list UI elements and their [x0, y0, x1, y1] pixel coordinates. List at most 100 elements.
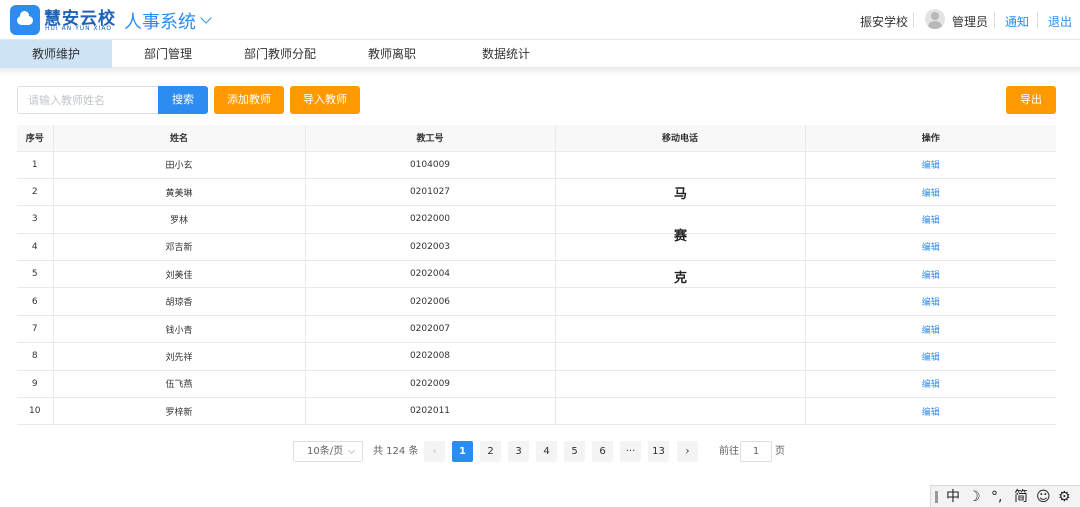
mobile-phone-cell — [555, 315, 806, 344]
teacher-name-cell: 钱小青 — [53, 315, 306, 344]
row-index: 3 — [31, 214, 38, 225]
row-index: 1 — [31, 159, 38, 170]
page-button-5[interactable]: 5 — [564, 441, 585, 462]
app-logo-icon — [10, 5, 40, 35]
column-header-staff-id[interactable]: 教工号 — [305, 125, 556, 152]
edit-link[interactable]: 编辑 — [922, 298, 940, 308]
row-index: 8 — [31, 351, 38, 362]
table-row: 5 刘美佳 0202004 编辑 — [17, 260, 1056, 289]
ime-punctuation-toggle[interactable]: °, — [991, 487, 1002, 507]
ime-script-toggle[interactable]: 简 — [1014, 487, 1028, 507]
page-size-value: 10条/页 — [307, 446, 344, 457]
school-name: 振安学校 — [860, 15, 909, 29]
staff-id: 0202011 — [409, 406, 451, 417]
column-header-action: 操作 — [805, 125, 1056, 152]
edit-link[interactable]: 编辑 — [922, 161, 940, 171]
teacher-name-cell: 胡琼香 — [53, 287, 306, 316]
edit-link[interactable]: 编辑 — [922, 353, 940, 363]
teacher-name: 胡琼香 — [165, 298, 193, 309]
edit-link-cell: 编辑 — [805, 397, 1056, 426]
user-avatar-icon[interactable] — [925, 9, 945, 29]
edit-link-cell: 编辑 — [805, 315, 1056, 344]
page-button-3[interactable]: 3 — [508, 441, 529, 462]
tabs-shadow — [0, 68, 1080, 76]
search-button[interactable]: 搜索 — [158, 86, 208, 114]
edit-link[interactable]: 编辑 — [922, 243, 940, 253]
staff-id-cell: 0202003 — [305, 233, 556, 262]
tab-teacher-maintenance[interactable]: 教师维护 — [0, 40, 112, 68]
table-row: 6 胡琼香 0202006 编辑 — [17, 287, 1056, 316]
edit-link[interactable]: 编辑 — [922, 216, 940, 226]
teacher-name-cell: 罗梓新 — [53, 397, 306, 426]
next-page-button[interactable]: › — [677, 441, 698, 462]
table-header-row: 序号 姓名 教工号 移动电话 操作 — [17, 125, 1056, 152]
system-title[interactable]: 人事系统 — [124, 8, 196, 34]
edit-link-cell: 编辑 — [805, 287, 1056, 316]
moon-icon[interactable]: ☽ — [968, 487, 981, 507]
phone-mosaic-label: 赛 — [674, 229, 688, 244]
teacher-name-cell: 邓吉新 — [53, 233, 306, 262]
phone-mosaic-label: 马 — [674, 187, 688, 202]
notify-link[interactable]: 通知 — [1005, 13, 1029, 30]
edit-link-cell: 编辑 — [805, 370, 1056, 399]
table-row: 3 罗林 0202000 编辑 — [17, 205, 1056, 234]
emoji-icon[interactable]: ☺ — [1036, 487, 1051, 507]
export-button[interactable]: 导出 — [1006, 86, 1056, 114]
row-index-cell: 1 — [17, 151, 54, 179]
teacher-name: 伍飞燕 — [165, 380, 193, 391]
page-button-13[interactable]: 13 — [648, 441, 669, 462]
settings-icon[interactable]: ⚙ — [1058, 487, 1071, 507]
phone-mosaic-label: 克 — [674, 271, 688, 286]
page-button-4[interactable]: 4 — [536, 441, 557, 462]
tab-department-teacher-assign[interactable]: 部门教师分配 — [224, 40, 336, 68]
teacher-name-cell: 田小玄 — [53, 151, 306, 179]
edit-link[interactable]: 编辑 — [922, 189, 940, 199]
user-name[interactable]: 管理员 — [952, 13, 988, 30]
prev-page-button[interactable]: ‹ — [424, 441, 445, 462]
chevron-down-icon — [347, 446, 356, 455]
edit-link[interactable]: 编辑 — [922, 380, 940, 390]
tab-teacher-resignation[interactable]: 教师离职 — [336, 40, 448, 68]
drag-handle-icon[interactable] — [935, 491, 938, 503]
row-index: 6 — [31, 296, 38, 307]
staff-id: 0202006 — [409, 296, 451, 307]
page-button-6[interactable]: 6 — [592, 441, 613, 462]
teacher-search-input[interactable] — [17, 86, 159, 114]
row-index: 4 — [31, 241, 38, 252]
ime-mode-toggle[interactable]: 中 — [946, 487, 960, 507]
edit-link-cell: 编辑 — [805, 342, 1056, 371]
tab-department-management[interactable]: 部门管理 — [112, 40, 224, 68]
staff-id: 0202008 — [409, 351, 451, 362]
page-ellipsis-button[interactable]: ··· — [620, 441, 641, 462]
page-size-select[interactable]: 10条/页 — [293, 441, 363, 462]
row-index-cell: 10 — [17, 397, 54, 426]
teacher-name-cell: 罗林 — [53, 205, 306, 234]
import-teacher-button[interactable]: 导入教师 — [290, 86, 360, 114]
row-index: 7 — [31, 324, 38, 335]
logout-link[interactable]: 退出 — [1048, 13, 1072, 30]
teacher-table: 序号 姓名 教工号 移动电话 操作 1 田小玄 0104009 编辑 2 黄美琳 02010… — [17, 125, 1056, 426]
edit-link-cell: 编辑 — [805, 233, 1056, 262]
tab-data-statistics[interactable]: 数据统计 — [448, 40, 564, 68]
mobile-phone-cell — [555, 370, 806, 399]
column-header-name[interactable]: 姓名 — [53, 125, 306, 152]
goto-label: 前往 — [719, 446, 739, 457]
add-teacher-button[interactable]: 添加教师 — [214, 86, 284, 114]
edit-link[interactable]: 编辑 — [922, 271, 940, 281]
edit-link[interactable]: 编辑 — [922, 326, 940, 336]
edit-link[interactable]: 编辑 — [922, 408, 940, 418]
staff-id: 0202000 — [409, 214, 451, 225]
staff-id: 0201027 — [409, 187, 451, 198]
column-header-phone[interactable]: 移动电话 — [555, 125, 806, 152]
teacher-name-cell: 刘美佳 — [53, 260, 306, 289]
page-button-2[interactable]: 2 — [480, 441, 501, 462]
page-button-1[interactable]: 1 — [452, 441, 473, 462]
header-divider — [994, 12, 995, 28]
table-row: 9 伍飞燕 0202009 编辑 — [17, 370, 1056, 399]
table-row: 8 刘先祥 0202008 编辑 — [17, 342, 1056, 371]
goto-unit: 页 — [775, 446, 785, 457]
chevron-down-icon[interactable] — [200, 12, 212, 24]
column-header-index[interactable]: 序号 — [17, 125, 54, 152]
goto-page-input[interactable] — [740, 441, 772, 462]
total-count: 共 124 条 — [373, 446, 419, 457]
